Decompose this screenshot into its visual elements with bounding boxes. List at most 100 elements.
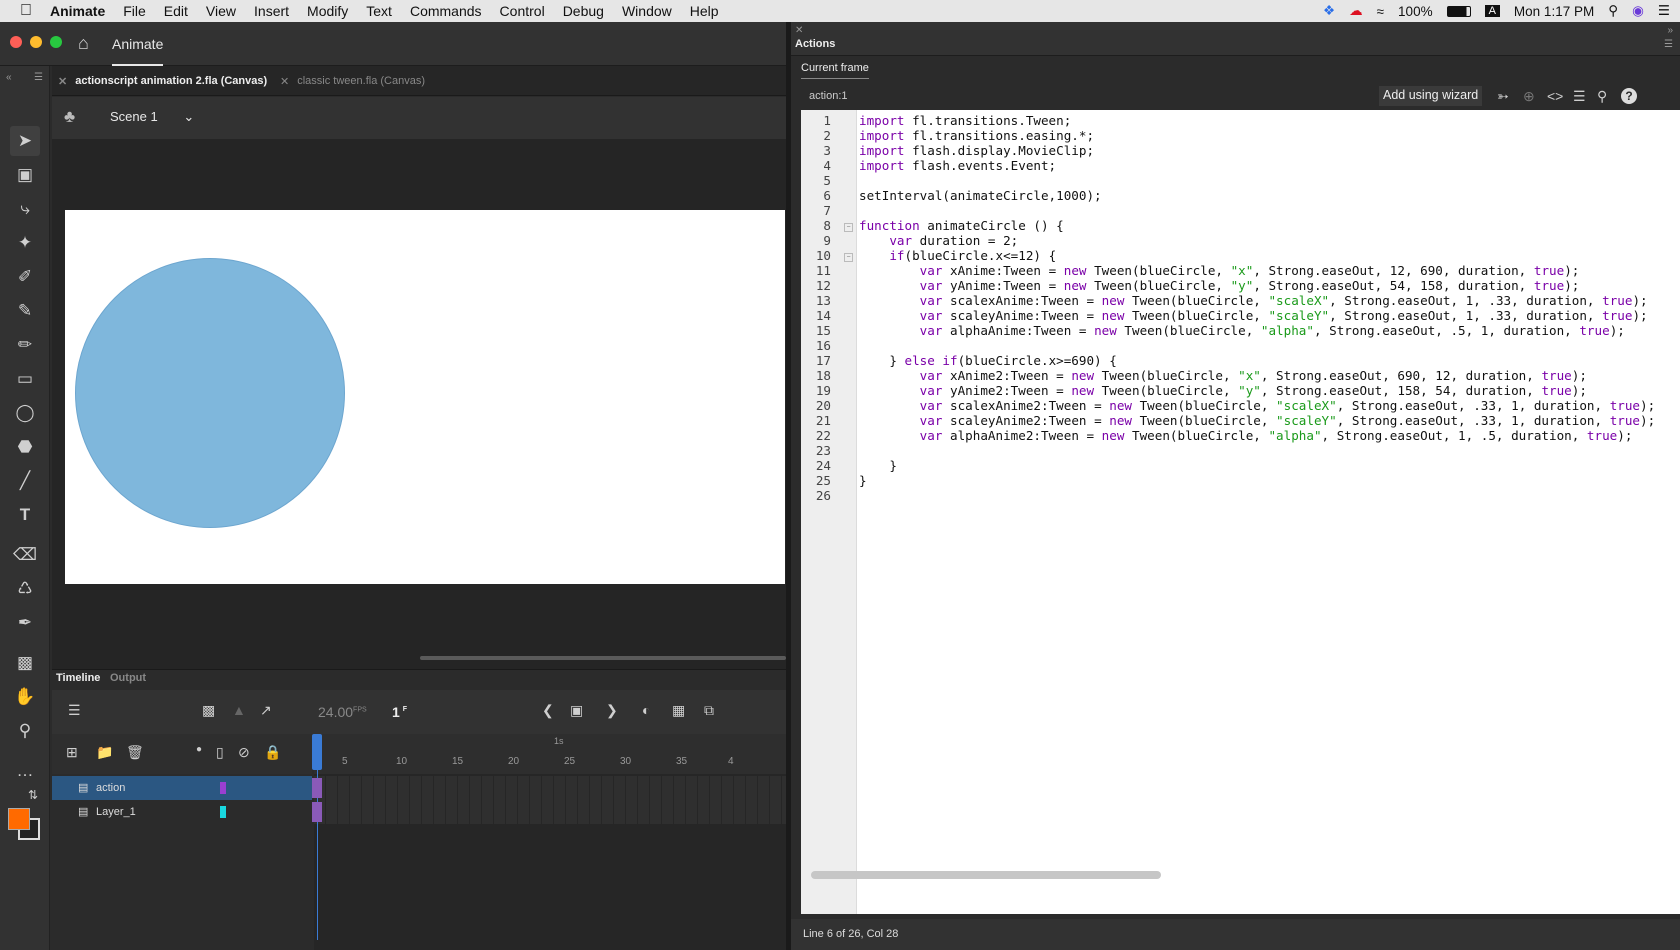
close-tab-icon[interactable]: ✕ <box>58 75 67 88</box>
edit-multiple-frames-icon[interactable]: ▦ <box>672 702 685 719</box>
eraser-tool-icon[interactable]: ⌫ <box>10 540 40 570</box>
fold-marker[interactable]: − <box>844 253 853 262</box>
frame-row-layer1[interactable] <box>314 800 786 824</box>
layer-row-action[interactable]: ▤ action <box>52 776 312 800</box>
lock-icon[interactable]: 🔒 <box>264 744 281 761</box>
hide-icon[interactable]: ⊘ <box>238 744 250 761</box>
layers-icon[interactable]: ☰ <box>68 702 81 719</box>
panel-menu-icon[interactable]: ☰ <box>34 72 43 83</box>
selection-tool-icon[interactable]: ➤ <box>10 126 40 156</box>
layer-row-layer1[interactable]: ▤ Layer_1 <box>52 800 312 824</box>
code-line[interactable]: var xAnime2:Tween = new Tween(blueCircle… <box>859 368 1587 383</box>
menu-edit[interactable]: Edit <box>155 3 197 19</box>
frame-display[interactable]: 1F <box>392 704 407 720</box>
find-icon[interactable]: ⚲ <box>1597 88 1607 105</box>
close-panel-icon[interactable]: ✕ <box>795 25 803 36</box>
battery-icon[interactable] <box>1446 5 1471 17</box>
add-using-wizard-button[interactable]: Add using wizard <box>1379 86 1483 106</box>
close-window-button[interactable] <box>10 36 22 48</box>
zoom-window-button[interactable] <box>50 36 62 48</box>
menu-window[interactable]: Window <box>613 3 681 19</box>
previous-frame-icon[interactable]: ❮ <box>542 702 554 719</box>
code-line[interactable]: var yAnime2:Tween = new Tween(blueCircle… <box>859 383 1587 398</box>
code-line[interactable]: } <box>859 473 867 488</box>
frame-ruler[interactable]: 1s 5 10 15 20 25 30 35 4 <box>314 734 786 774</box>
blue-circle[interactable] <box>75 258 345 528</box>
stop-icon[interactable]: ▣ <box>570 702 583 719</box>
code-line[interactable]: import fl.transitions.easing.*; <box>859 128 1094 143</box>
camera-icon[interactable]: ▩ <box>202 702 215 719</box>
layer-parenting-icon[interactable]: ▲ <box>232 702 246 718</box>
more-tools-icon[interactable]: … <box>10 756 40 786</box>
layer-color-swatch[interactable] <box>220 782 226 794</box>
code-line[interactable]: var scalexAnime2:Tween = new Tween(blueC… <box>859 398 1656 413</box>
rectangle-tool-icon[interactable]: ▭ <box>10 364 40 394</box>
format-code-icon[interactable]: ☰ <box>1573 88 1586 105</box>
menu-modify[interactable]: Modify <box>298 3 357 19</box>
delete-layer-icon[interactable]: 🗑 <box>126 744 144 761</box>
brush-tool-icon[interactable]: ✎ <box>10 296 40 326</box>
oval-tool-icon[interactable]: ◯ <box>10 398 40 428</box>
paint-brush-icon[interactable]: ✐ <box>10 262 40 292</box>
edit-symbols-icon[interactable]: ♣ <box>64 107 75 127</box>
fill-color-swatch[interactable] <box>8 808 30 830</box>
code-line[interactable]: import fl.transitions.Tween; <box>859 113 1071 128</box>
panel-menu-icon[interactable]: ☰ <box>1664 39 1673 50</box>
code-editor[interactable]: 1 2 3 4 5 6 7 8 9 10 11 12 13 14 15 16 17 18 19 20 21 22 23 24 2… <box>801 110 1680 914</box>
keyframe-action[interactable] <box>312 778 322 798</box>
menu-help[interactable]: Help <box>681 3 728 19</box>
minimize-window-button[interactable] <box>30 36 42 48</box>
scene-selector[interactable]: Scene 1 ⌄ <box>110 109 194 125</box>
input-source-badge[interactable]: A <box>1484 5 1500 17</box>
line-tool-icon[interactable]: ╱ <box>10 466 40 496</box>
code-line[interactable]: var alphaAnime:Tween = new Tween(blueCir… <box>859 323 1625 338</box>
swap-colors-icon[interactable]: ⇅ <box>28 788 38 802</box>
code-snippets-icon[interactable]: <> <box>1547 88 1563 104</box>
onion-skin-icon[interactable]: ◐ <box>642 702 650 718</box>
fps-display[interactable]: 24.00FPS <box>318 704 367 720</box>
pencil-tool-icon[interactable]: ✏ <box>10 330 40 360</box>
close-tab-icon[interactable]: ✕ <box>280 75 289 88</box>
menu-debug[interactable]: Debug <box>554 3 613 19</box>
pin-script-icon[interactable]: ➳ <box>1497 88 1509 105</box>
creative-cloud-icon[interactable]: ☁ <box>1349 3 1363 19</box>
next-frame-icon[interactable]: ❯ <box>606 702 618 719</box>
free-transform-tool-icon[interactable]: ▣ <box>10 160 40 190</box>
menu-file[interactable]: File <box>114 3 155 19</box>
outline-icon[interactable]: ▯ <box>216 744 224 761</box>
apple-icon[interactable]:  <box>0 2 41 20</box>
fit-frames-icon[interactable]: ⧉ <box>704 702 714 719</box>
new-layer-icon[interactable]: ⊞ <box>66 744 78 761</box>
code-line[interactable]: import flash.events.Event; <box>859 158 1056 173</box>
code-line[interactable]: var xAnime:Tween = new Tween(blueCircle,… <box>859 263 1580 278</box>
help-icon[interactable]: ? <box>1621 88 1637 104</box>
layer-color-swatch[interactable] <box>220 806 226 818</box>
code-line[interactable]: if(blueCircle.x<=12) { <box>859 248 1056 263</box>
spotlight-search-icon[interactable]: ⚲ <box>1608 3 1618 19</box>
highlight-icon[interactable]: ● <box>196 744 202 755</box>
home-icon[interactable]: ⌂ <box>78 33 89 54</box>
code-line[interactable]: function animateCircle () { <box>859 218 1064 233</box>
graph-icon[interactable]: ↗ <box>260 702 272 719</box>
code-line[interactable]: setInterval(animateCircle,1000); <box>859 188 1102 203</box>
fold-marker[interactable]: − <box>844 223 853 232</box>
frame-grid[interactable]: 1s 5 10 15 20 25 30 35 4 <box>312 734 786 950</box>
tab-timeline[interactable]: Timeline <box>56 672 100 684</box>
new-folder-icon[interactable]: 📁 <box>96 744 113 761</box>
clock[interactable]: Mon 1:17 PM <box>1514 4 1594 19</box>
hand-tool-icon[interactable]: ✋ <box>10 682 40 712</box>
siri-icon[interactable]: ◉ <box>1632 3 1644 19</box>
polystar-tool-icon[interactable]: ⬣ <box>10 432 40 462</box>
insert-target-path-icon[interactable]: ⊕ <box>1523 88 1535 105</box>
app-tab[interactable]: Animate <box>112 22 164 66</box>
menu-control[interactable]: Control <box>491 3 554 19</box>
tab-output[interactable]: Output <box>110 672 146 684</box>
doc-tab-inactive[interactable]: ✕ classic tween.fla (Canvas) <box>280 66 425 96</box>
stage-horizontal-scrollbar[interactable] <box>420 656 786 660</box>
stage-canvas[interactable] <box>65 210 785 584</box>
code-line[interactable]: var scaleyAnime:Tween = new Tween(blueCi… <box>859 308 1648 323</box>
code-line[interactable]: } else if(blueCircle.x>=690) { <box>859 353 1116 368</box>
code-line[interactable]: var scaleyAnime2:Tween = new Tween(blueC… <box>859 413 1656 428</box>
menu-text[interactable]: Text <box>357 3 401 19</box>
camera-tool-icon[interactable]: ▩ <box>10 648 40 678</box>
